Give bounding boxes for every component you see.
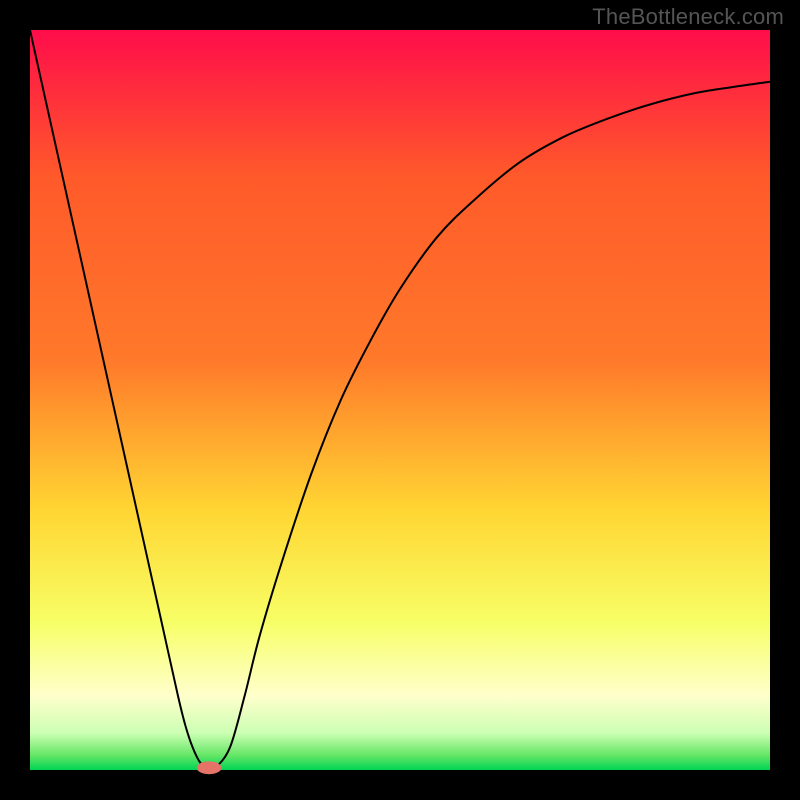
bottleneck-chart <box>0 0 800 800</box>
chart-container: TheBottleneck.com <box>0 0 800 800</box>
watermark-text: TheBottleneck.com <box>592 4 784 30</box>
plot-background-gradient <box>30 30 770 770</box>
min-marker <box>197 762 221 774</box>
